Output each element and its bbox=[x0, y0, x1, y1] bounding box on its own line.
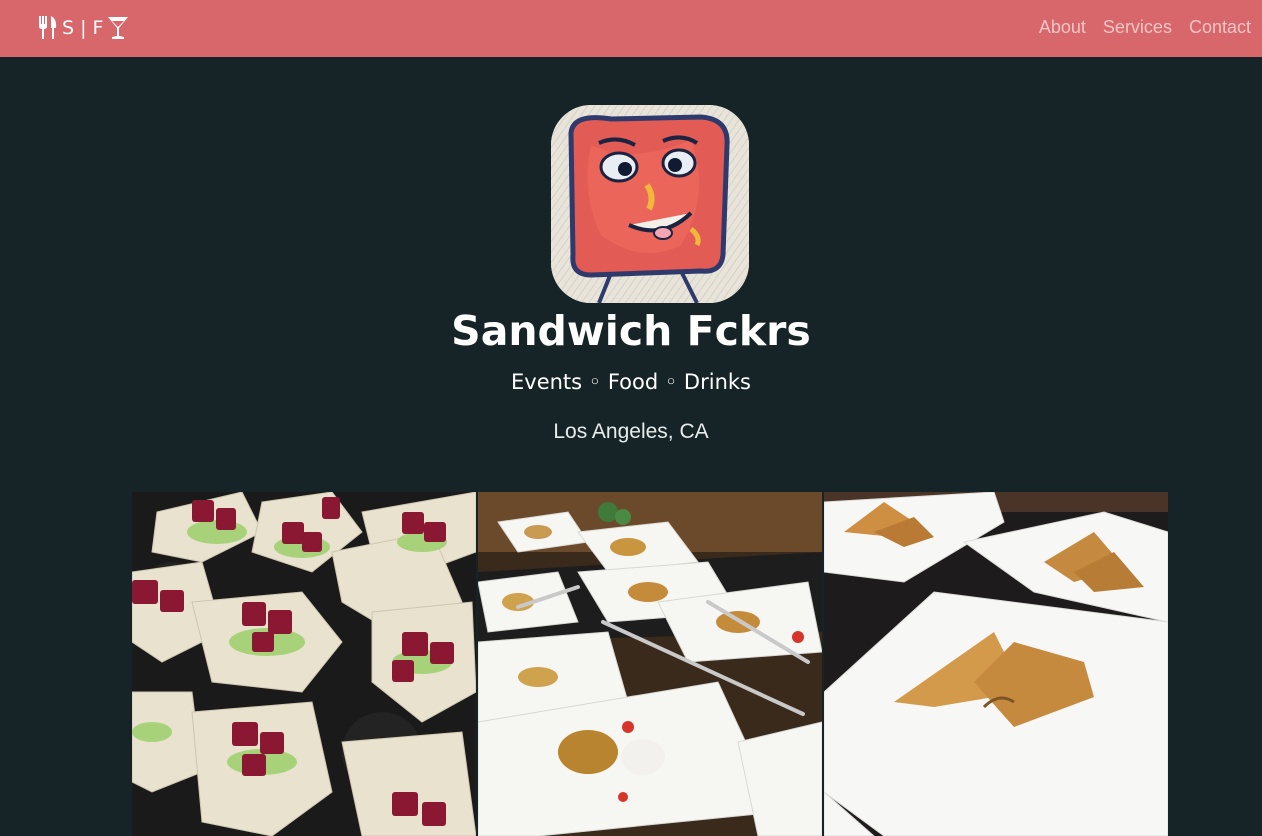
nav-links: About Services Contact bbox=[1039, 15, 1251, 39]
location-text: Los Angeles, CA bbox=[553, 420, 709, 443]
gallery-photo-samosas[interactable] bbox=[824, 492, 1168, 836]
fork-knife-icon bbox=[38, 16, 58, 40]
nav-about-link[interactable]: About bbox=[1039, 15, 1086, 39]
navbar: S | F About Services Contact bbox=[0, 0, 1262, 57]
gallery-photo-plated-dish[interactable] bbox=[478, 492, 822, 836]
cocktail-glass-icon bbox=[107, 16, 129, 40]
mascot-logo bbox=[551, 105, 749, 303]
nav-contact-link[interactable]: Contact bbox=[1189, 15, 1251, 39]
gallery-photo-beet-crackers[interactable] bbox=[132, 492, 476, 836]
brand-logo[interactable]: S | F bbox=[38, 14, 129, 42]
photo-gallery bbox=[132, 492, 1168, 836]
nav-services-link[interactable]: Services bbox=[1103, 15, 1172, 39]
tagline: Events ◦ Food ◦ Drinks bbox=[511, 370, 751, 394]
brand-text: S | F bbox=[62, 17, 104, 39]
page-title: Sandwich Fckrs bbox=[451, 307, 811, 355]
